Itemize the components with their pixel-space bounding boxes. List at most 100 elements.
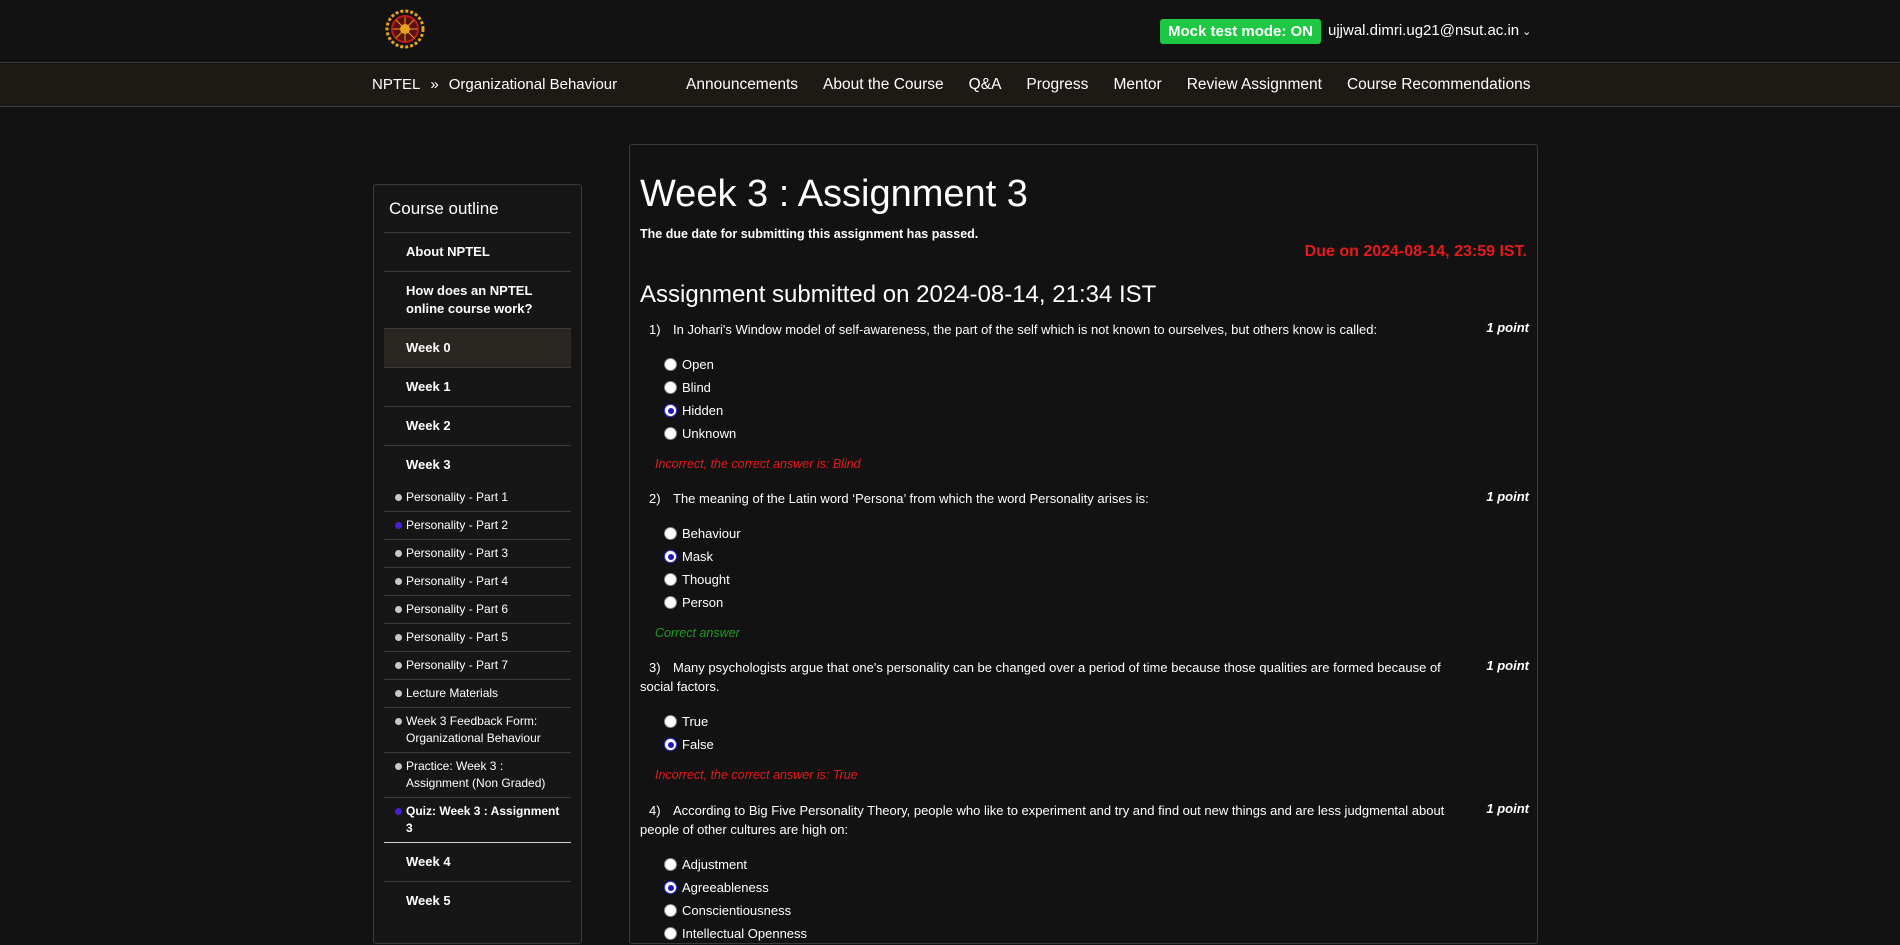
option-label: Thought xyxy=(682,572,730,587)
nav-bar: NPTEL » Organizational Behaviour Announcem… xyxy=(0,64,1900,107)
status-dot-icon xyxy=(395,808,402,815)
sidebar-subitem[interactable]: Personality - Part 4 xyxy=(384,567,571,595)
sidebar-subitem-label: Personality - Part 5 xyxy=(406,630,509,644)
status-dot-icon xyxy=(395,494,402,501)
sidebar-subitem[interactable]: Personality - Part 5 xyxy=(384,623,571,651)
option[interactable]: Thought xyxy=(664,568,1529,591)
nav-review-assignment[interactable]: Review Assignment xyxy=(1187,76,1322,94)
radio-button-selected[interactable] xyxy=(664,738,677,751)
sidebar-subitem[interactable]: Lecture Materials xyxy=(384,679,571,707)
radio-button[interactable] xyxy=(664,858,677,871)
sidebar-subitem-label: Personality - Part 2 xyxy=(406,518,509,532)
status-dot-icon xyxy=(395,763,402,770)
status-dot-icon xyxy=(395,550,402,557)
option-list: True False xyxy=(664,710,1529,756)
radio-button-selected[interactable] xyxy=(664,404,677,417)
option[interactable]: Agreeableness xyxy=(664,876,1529,899)
sidebar-subitem[interactable]: Personality - Part 1 xyxy=(384,484,571,511)
nav-qa[interactable]: Q&A xyxy=(969,76,1002,94)
due-date: Due on 2024-08-14, 23:59 IST. xyxy=(1304,243,1527,260)
sidebar-item-week-0[interactable]: Week 0 xyxy=(384,328,571,367)
status-dot-icon xyxy=(395,606,402,613)
sidebar-item-week-2[interactable]: Week 2 xyxy=(384,406,571,445)
breadcrumb-root[interactable]: NPTEL xyxy=(372,76,420,93)
nav-progress[interactable]: Progress xyxy=(1026,76,1088,94)
radio-button[interactable] xyxy=(664,573,677,586)
breadcrumb: NPTEL » Organizational Behaviour xyxy=(372,76,617,93)
sidebar-subitem[interactable]: Personality - Part 7 xyxy=(384,651,571,679)
option[interactable]: Mask xyxy=(664,545,1529,568)
radio-button[interactable] xyxy=(664,596,677,609)
mock-test-badge[interactable]: Mock test mode: ON xyxy=(1160,19,1322,44)
option[interactable]: Blind xyxy=(664,376,1529,399)
sidebar-item-week-3[interactable]: Week 3 xyxy=(384,445,571,484)
nav-about-course[interactable]: About the Course xyxy=(823,76,944,94)
status-dot-icon xyxy=(395,578,402,585)
option[interactable]: Unknown xyxy=(664,422,1529,445)
course-nav: Announcements About the Course Q&A Progr… xyxy=(686,76,1555,94)
option[interactable]: True xyxy=(664,710,1529,733)
sidebar-subitem[interactable]: Personality - Part 2 xyxy=(384,511,571,539)
option-label: Intellectual Openness xyxy=(682,926,808,941)
chevron-down-icon: ⌄ xyxy=(1522,26,1532,38)
user-menu[interactable]: ujjwal.dimri.ug21@nsut.ac.in ⌄ xyxy=(1328,22,1531,39)
option-list: Adjustment Agreeableness Conscientiousne… xyxy=(664,853,1529,945)
page-title: Week 3 : Assignment 3 xyxy=(640,173,1028,215)
question-number: 2) xyxy=(649,491,661,506)
sidebar-subitem-label: Personality - Part 3 xyxy=(406,546,509,560)
option-label: Open xyxy=(682,357,714,372)
option[interactable]: Conscientiousness xyxy=(664,899,1529,922)
assignment-panel: Week 3 : Assignment 3 The due date for s… xyxy=(629,144,1538,944)
radio-button[interactable] xyxy=(664,381,677,394)
breadcrumb-course[interactable]: Organizational Behaviour xyxy=(449,76,617,93)
question-number: 3) xyxy=(649,660,661,675)
nptel-logo[interactable] xyxy=(385,9,425,49)
sidebar-subitem-label: Week 3 Feedback Form: Organizational Beh… xyxy=(406,714,541,745)
radio-button-selected[interactable] xyxy=(664,550,677,563)
sidebar-subitem[interactable]: Personality - Part 6 xyxy=(384,595,571,623)
sidebar-item-week-1[interactable]: Week 1 xyxy=(384,367,571,406)
answer-feedback: Correct answer xyxy=(655,626,740,640)
option-label: False xyxy=(682,737,714,752)
nav-announcements[interactable]: Announcements xyxy=(686,76,798,94)
radio-button[interactable] xyxy=(664,904,677,917)
question-text: According to Big Five Personality Theory… xyxy=(640,803,1445,837)
sidebar-subitem-label: Practice: Week 3 : Assignment (Non Grade… xyxy=(406,759,546,790)
question-text: Many psychologists argue that one's pers… xyxy=(640,660,1441,694)
sidebar-item-week-5[interactable]: Week 5 xyxy=(384,881,571,920)
option[interactable]: Adjustment xyxy=(664,853,1529,876)
option[interactable]: Behaviour xyxy=(664,522,1529,545)
sidebar-item-about-nptel[interactable]: About NPTEL xyxy=(384,232,571,271)
nav-course-recommendations[interactable]: Course Recommendations xyxy=(1347,76,1531,94)
option[interactable]: Person xyxy=(664,591,1529,614)
question-number: 4) xyxy=(649,803,661,818)
sidebar-subitem[interactable]: Practice: Week 3 : Assignment (Non Grade… xyxy=(384,752,571,797)
radio-button[interactable] xyxy=(664,358,677,371)
option-label: Unknown xyxy=(682,426,737,441)
radio-button[interactable] xyxy=(664,427,677,440)
status-dot-icon xyxy=(395,662,402,669)
option[interactable]: Open xyxy=(664,353,1529,376)
question-text: The meaning of the Latin word ‘Persona’ … xyxy=(673,491,1149,506)
option[interactable]: Intellectual Openness xyxy=(664,922,1529,945)
question-points: 1 point xyxy=(1486,801,1529,816)
sidebar-subitem[interactable]: Week 3 Feedback Form: Organizational Beh… xyxy=(384,707,571,752)
question-2: 2) The meaning of the Latin word ‘Persona… xyxy=(640,489,1529,640)
radio-button[interactable] xyxy=(664,527,677,540)
radio-button[interactable] xyxy=(664,927,677,940)
sidebar-item-how-nptel-works[interactable]: How does an NPTEL online course work? xyxy=(384,271,571,328)
question-4: 4) According to Big Five Personality Theo… xyxy=(640,801,1529,945)
nav-mentor[interactable]: Mentor xyxy=(1113,76,1161,94)
sidebar-subitem-current[interactable]: Quiz: Week 3 : Assignment 3 xyxy=(384,797,571,843)
radio-button[interactable] xyxy=(664,715,677,728)
option[interactable]: Hidden xyxy=(664,399,1529,422)
option[interactable]: False xyxy=(664,733,1529,756)
option-label: Person xyxy=(682,595,724,610)
sidebar-subitem[interactable]: Personality - Part 3 xyxy=(384,539,571,567)
radio-button-selected[interactable] xyxy=(664,881,677,894)
course-outline-sidebar: Course outline About NPTEL How does an N… xyxy=(373,184,582,944)
outline-list: About NPTEL How does an NPTEL online cou… xyxy=(384,232,571,920)
sidebar-subitem-label: Quiz: Week 3 : Assignment 3 xyxy=(406,804,560,835)
option-label: Adjustment xyxy=(682,857,748,872)
sidebar-item-week-4[interactable]: Week 4 xyxy=(384,843,571,881)
